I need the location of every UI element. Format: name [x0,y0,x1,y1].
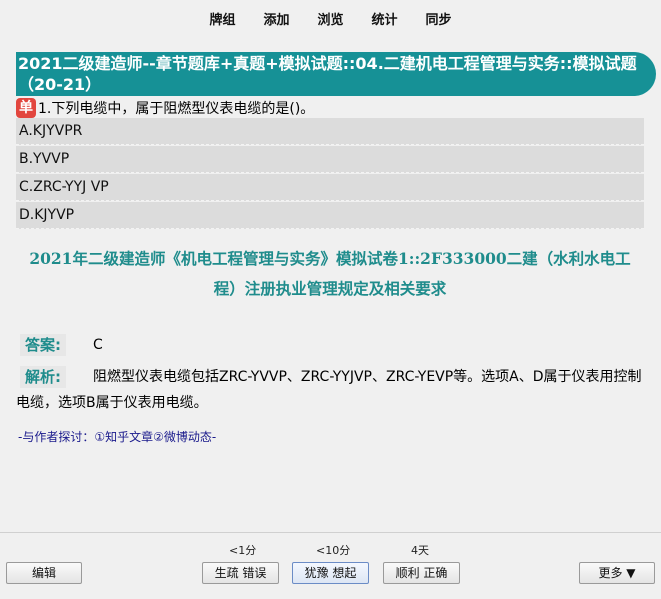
single-choice-badge: 单 [16,98,36,118]
good-button[interactable]: 顺利 正确 [383,562,460,584]
explanation-label: 解析: [20,366,66,388]
menu-stats[interactable]: 统计 [358,0,412,32]
option-b[interactable]: B.YVVP [16,146,644,173]
option-c[interactable]: C.ZRC-YYJ VP [16,174,644,201]
discuss-links[interactable]: -与作者探讨：①知乎文章②微博动态- [18,428,216,445]
again-button[interactable]: 生疏 错误 [202,562,279,584]
explanation-text: 阻燃型仪表电缆包括ZRC-YVVP、ZRC-YYJVP、ZRC-YEVP等。选项… [16,369,642,411]
hint-hard: <10分 [316,544,351,557]
options-list: A.KJYVPR B.YVVP C.ZRC-YYJ VP D.KJYVP [16,118,644,230]
edit-button[interactable]: 编辑 [6,562,82,584]
answer-label: 答案: [20,334,66,356]
hint-again: <1分 [229,544,257,557]
question-text: 1.下列电缆中，属于阻燃型仪表电缆的是()。 [38,101,315,117]
card-title: 2021二级建造师--章节题库+真题+模拟试题::04.二建机电工程管理与实务:… [16,52,656,96]
card-content: 2021二级建造师--章节题库+真题+模拟试题::04.二建机电工程管理与实务:… [0,32,661,530]
hint-good: 4天 [411,544,429,557]
menu-browse[interactable]: 浏览 [303,0,357,32]
answer-value: C [93,337,103,353]
question-line: 单 1.下列电缆中，属于阻燃型仪表电缆的是()。 [16,98,314,118]
option-d[interactable]: D.KJYVP [16,202,644,229]
question-source: 2021年二级建造师《机电工程管理与实务》模拟试卷1::2F333000二建（水… [29,249,631,298]
top-menu: 牌组 添加 浏览 统计 同步 [0,0,661,32]
hard-button[interactable]: 犹豫 想起 [292,562,369,584]
bottom-bar: <1分 <10分 4天 编辑 生疏 错误 犹豫 想起 顺利 正确 更多 ▼ [0,532,661,599]
menu-sync[interactable]: 同步 [412,0,466,32]
option-a[interactable]: A.KJYVPR [16,118,644,145]
more-button[interactable]: 更多 ▼ [579,562,655,584]
menu-add[interactable]: 添加 [249,0,303,32]
menu-decks[interactable]: 牌组 [195,0,249,32]
